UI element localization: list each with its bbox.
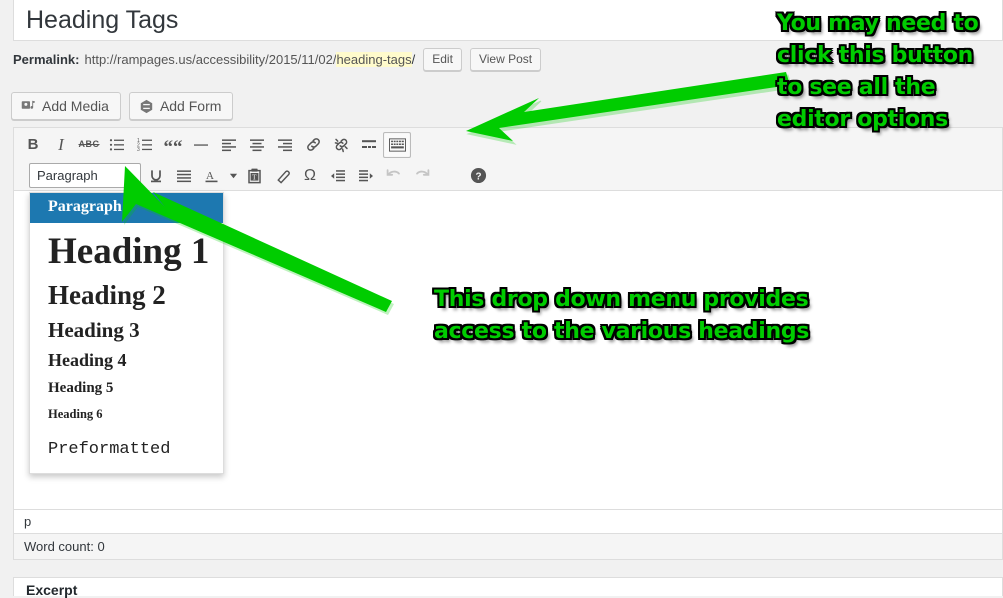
strikethrough-icon: ABC [78, 139, 100, 149]
post-title-text: Heading Tags [26, 6, 179, 34]
word-count-bar: Word count: 0 [14, 533, 1002, 559]
align-justify-button[interactable] [170, 163, 198, 189]
annotation-dropdown-menu: This drop down menu provides access to t… [434, 287, 810, 344]
element-path-text[interactable]: p [24, 514, 31, 529]
permalink-slug[interactable]: heading-tags [336, 51, 412, 67]
permalink-label: Permalink: [13, 51, 80, 67]
add-media-label: Add Media [42, 98, 109, 114]
permalink-row: Permalink: http://rampages.us/accessibil… [13, 46, 542, 72]
format-select-value: Paragraph [37, 168, 98, 183]
add-form-label: Add Form [159, 98, 222, 114]
add-form-icon [139, 99, 154, 114]
undo-icon [385, 168, 403, 184]
redo-button[interactable] [408, 163, 436, 189]
format-option-heading-6[interactable]: Heading 6 [30, 401, 223, 428]
add-form-button[interactable]: Add Form [128, 92, 234, 120]
align-right-button[interactable] [271, 132, 299, 158]
read-more-button[interactable] [355, 132, 383, 158]
chevron-down-icon [229, 171, 238, 180]
special-character-button[interactable]: Ω [296, 163, 324, 189]
numbered-list-button[interactable]: 1 2 3 [131, 132, 159, 158]
media-buttons-group: Add Media Add Form [11, 92, 234, 120]
bullet-list-icon [109, 137, 125, 153]
omega-icon: Ω [304, 166, 316, 184]
edit-permalink-button[interactable]: Edit [423, 47, 462, 71]
outdent-icon [330, 168, 346, 184]
remove-link-button[interactable] [327, 132, 355, 158]
caret-up-icon: ▲ [125, 170, 134, 181]
underline-button[interactable] [142, 163, 170, 189]
eraser-icon [274, 168, 291, 184]
format-dropdown-menu[interactable]: Paragraph Heading 1 Heading 2 Heading 3 … [29, 192, 224, 474]
paste-as-text-button[interactable]: T T [240, 163, 268, 189]
align-left-button[interactable] [215, 132, 243, 158]
align-right-icon [277, 137, 293, 153]
indent-button[interactable] [352, 163, 380, 189]
blockquote-button[interactable]: ““ [159, 132, 187, 158]
svg-text:3: 3 [137, 147, 140, 153]
format-option-heading-2[interactable]: Heading 2 [30, 277, 223, 315]
bullet-list-button[interactable] [103, 132, 131, 158]
format-select[interactable]: Paragraph ▲ [29, 163, 141, 188]
help-icon: ? [470, 167, 487, 184]
paste-as-text-icon: T T [247, 168, 262, 184]
excerpt-panel: Excerpt [13, 577, 1003, 598]
format-option-paragraph[interactable]: Paragraph [30, 193, 223, 223]
editor-toolbar: B I ABC 1 2 3 ““ A T Ω ? Paragraph ▲ [14, 128, 1002, 191]
element-path-bar: p [14, 509, 1002, 533]
indent-icon [358, 168, 374, 184]
italic-icon: I [58, 135, 64, 154]
numbered-list-icon: 1 2 3 [137, 137, 153, 153]
insert-link-button[interactable] [299, 132, 327, 158]
horizontal-rule-button[interactable] [187, 132, 215, 158]
blockquote-icon: ““ [163, 136, 183, 158]
italic-button[interactable]: I [47, 132, 75, 158]
format-option-heading-5[interactable]: Heading 5 [30, 375, 223, 402]
undo-button[interactable] [380, 163, 408, 189]
toggle-toolbar-button[interactable] [383, 131, 411, 158]
strikethrough-button[interactable]: ABC [75, 132, 103, 158]
bold-button[interactable]: B [19, 132, 47, 158]
align-center-icon [249, 137, 265, 153]
permalink-trailing-slash: / [411, 51, 416, 67]
svg-text:A: A [206, 170, 214, 182]
redo-icon [413, 168, 431, 184]
text-color-icon: A [204, 168, 221, 184]
keyboard-toolbar-toggle-icon [388, 137, 406, 152]
link-icon [305, 136, 322, 153]
svg-text:?: ? [475, 171, 481, 182]
add-media-icon [21, 99, 36, 114]
align-center-button[interactable] [243, 132, 271, 158]
text-color-button[interactable]: A [198, 163, 226, 189]
format-option-heading-3[interactable]: Heading 3 [30, 315, 223, 346]
format-option-preformatted[interactable]: Preformatted [30, 428, 223, 465]
annotation-toolbar-toggle: You may need to click this button to see… [777, 11, 979, 132]
bold-icon: B [27, 136, 39, 153]
horizontal-rule-icon [193, 137, 209, 153]
view-post-button[interactable]: View Post [469, 47, 542, 71]
clear-formatting-button[interactable] [268, 163, 296, 189]
editor-toolbar-row-1: B I ABC 1 2 3 ““ [14, 129, 411, 160]
read-more-icon [361, 137, 377, 153]
svg-text:T: T [252, 172, 257, 181]
text-color-dropdown-button[interactable] [226, 163, 240, 189]
add-media-button[interactable]: Add Media [11, 92, 121, 120]
keyboard-shortcuts-button[interactable]: ? [464, 163, 492, 189]
underline-icon [148, 168, 164, 184]
format-option-heading-1[interactable]: Heading 1 [30, 223, 223, 277]
align-left-icon [221, 137, 237, 153]
align-justify-icon [176, 168, 192, 184]
permalink-url[interactable]: http://rampages.us/accessibility/2015/11… [84, 52, 336, 67]
format-option-heading-4[interactable]: Heading 4 [30, 346, 223, 374]
outdent-button[interactable] [324, 163, 352, 189]
word-count-text: Word count: 0 [24, 539, 105, 554]
unlink-icon [333, 136, 350, 153]
